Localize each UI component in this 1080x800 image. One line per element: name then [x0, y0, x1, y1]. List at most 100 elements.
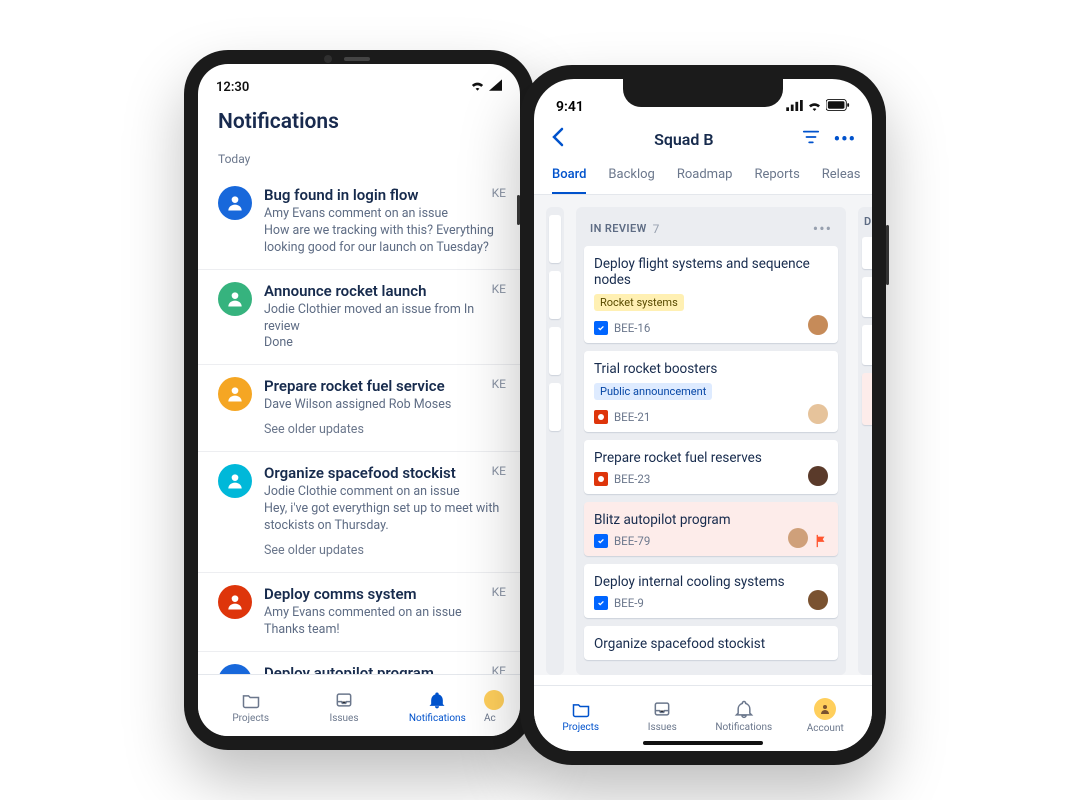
tab-label: Issues — [648, 722, 677, 733]
issue-card[interactable]: Trial rocket boostersPublic announcement… — [584, 351, 838, 432]
assignee-avatar — [808, 404, 828, 424]
notification-subtitle: Dave Wilson assigned Rob Moses — [264, 397, 500, 414]
notification-item[interactable]: Announce rocket launch Jodie Clothier mo… — [198, 269, 520, 365]
avatar-icon — [218, 585, 252, 619]
tab-label: Projects — [562, 722, 599, 733]
android-screen: 12:30 Notifications Today Bug found in l… — [198, 64, 520, 736]
tab-issues[interactable]: Issues — [622, 699, 704, 733]
board-tab-releas[interactable]: Releas — [822, 157, 861, 194]
issue-key: BEE-21 — [614, 410, 650, 424]
android-sensor — [324, 56, 394, 62]
iphone-screen: 9:41 Squad B •• — [534, 79, 872, 751]
board-tab-roadmap[interactable]: Roadmap — [677, 157, 733, 194]
notification-item[interactable]: Prepare rocket fuel service Dave Wilson … — [198, 364, 520, 451]
avatar-icon — [218, 282, 252, 316]
folder-icon — [241, 690, 261, 710]
board-tab-reports[interactable]: Reports — [754, 157, 799, 194]
column-more-icon[interactable]: ••• — [813, 219, 832, 238]
issue-card[interactable]: Deploy internal cooling systemsBEE-9 — [584, 564, 838, 618]
column-count: 7 — [653, 222, 660, 236]
tab-label: Projects — [232, 713, 269, 724]
iphone-notch — [623, 79, 783, 107]
android-tabbar: Projects Issues Notifications Ac — [198, 674, 520, 736]
tray-icon — [652, 699, 672, 719]
create-button[interactable]: Create — [584, 668, 838, 675]
bell-icon — [734, 699, 754, 719]
board-area[interactable]: IN REVIEW 7 ••• Deploy flight systems an… — [534, 195, 872, 675]
project-key: KE — [492, 186, 506, 200]
tab-label: Account — [807, 723, 844, 734]
android-device: 12:30 Notifications Today Bug found in l… — [184, 50, 534, 750]
project-key: KE — [492, 464, 506, 478]
home-indicator[interactable] — [643, 741, 763, 745]
status-indicators — [470, 79, 502, 95]
tab-label: Ac — [484, 713, 496, 724]
board-column-in-review: IN REVIEW 7 ••• Deploy flight systems an… — [576, 207, 846, 675]
avatar-icon — [218, 464, 252, 498]
issue-key: BEE-79 — [614, 534, 650, 548]
folder-icon — [571, 699, 591, 719]
see-older-link[interactable]: See older updates — [264, 535, 500, 560]
tab-projects[interactable]: Projects — [540, 699, 622, 733]
next-column-peek[interactable]: D — [858, 207, 872, 675]
tab-notifications[interactable]: Notifications — [703, 699, 785, 733]
notification-subtitle: Jodie Clothie comment on an issueHey, i'… — [264, 484, 500, 535]
bug-icon — [594, 410, 608, 424]
card-title: Prepare rocket fuel reserves — [594, 450, 828, 466]
signal-icon — [489, 79, 502, 95]
notification-item[interactable]: Organize spacefood stockist Jodie Clothi… — [198, 451, 520, 572]
wifi-icon — [470, 79, 485, 95]
back-button[interactable] — [550, 127, 566, 151]
project-key: KE — [492, 282, 506, 296]
board-tab-board[interactable]: Board — [552, 157, 586, 194]
issue-key: BEE-16 — [614, 321, 650, 335]
issue-card[interactable]: Blitz autopilot programBEE-79 — [584, 502, 838, 556]
issue-label: Rocket systems — [594, 294, 684, 311]
issue-card[interactable]: Prepare rocket fuel reserves BEE-23 — [584, 440, 838, 494]
flag-icon — [814, 534, 828, 548]
notification-subtitle: Amy Evans commented on an issueThanks te… — [264, 605, 500, 639]
tab-label: Issues — [329, 713, 358, 724]
notification-title: Organize spacefood stockist — [264, 464, 500, 482]
avatar-icon — [814, 698, 836, 720]
assignee-avatar — [808, 315, 828, 335]
card-title: Trial rocket boosters — [594, 361, 828, 377]
notification-item[interactable]: Deploy comms system Amy Evans commented … — [198, 572, 520, 651]
board-tab-backlog[interactable]: Backlog — [608, 157, 654, 194]
issue-key: BEE-23 — [614, 472, 650, 486]
issue-card[interactable]: Organize spacefood stockist — [584, 626, 838, 660]
section-today: Today — [198, 148, 520, 174]
card-list: Deploy flight systems and sequence nodes… — [584, 246, 838, 668]
card-title: Deploy internal cooling systems — [594, 574, 828, 590]
signal-icon — [786, 99, 803, 115]
project-key: KE — [492, 585, 506, 599]
card-title: Deploy flight systems and sequence nodes — [594, 256, 828, 288]
tab-projects[interactable]: Projects — [204, 690, 297, 724]
battery-icon — [826, 99, 850, 115]
tab-account[interactable]: Account — [785, 698, 867, 734]
card-title: Organize spacefood stockist — [594, 636, 828, 652]
board-tabs: Board Backlog Roadmap Reports Releas — [534, 157, 872, 195]
notification-list: Bug found in login flow Amy Evans commen… — [198, 174, 520, 712]
prev-column-peek[interactable] — [546, 207, 564, 675]
tab-label: Notifications — [409, 713, 466, 724]
tab-issues[interactable]: Issues — [297, 690, 390, 724]
notification-title: Deploy comms system — [264, 585, 500, 603]
tab-label: Notifications — [715, 722, 772, 733]
assignee-avatar — [808, 590, 828, 610]
notification-item[interactable]: Bug found in login flow Amy Evans commen… — [198, 174, 520, 269]
see-older-link[interactable]: See older updates — [264, 414, 500, 439]
task-icon — [594, 596, 608, 610]
notification-title: Bug found in login flow — [264, 186, 500, 204]
column-title: IN REVIEW — [590, 222, 647, 235]
filter-icon[interactable] — [802, 129, 820, 149]
task-icon — [594, 321, 608, 335]
notification-title: Prepare rocket fuel service — [264, 377, 500, 395]
issue-card[interactable]: Deploy flight systems and sequence nodes… — [584, 246, 838, 343]
tab-account[interactable]: Ac — [484, 690, 514, 724]
avatar-icon — [484, 690, 504, 710]
more-icon[interactable]: ••• — [834, 129, 856, 150]
tab-notifications[interactable]: Notifications — [391, 690, 484, 724]
status-indicators — [786, 99, 850, 115]
notification-subtitle: Jodie Clothier moved an issue from In re… — [264, 302, 500, 353]
